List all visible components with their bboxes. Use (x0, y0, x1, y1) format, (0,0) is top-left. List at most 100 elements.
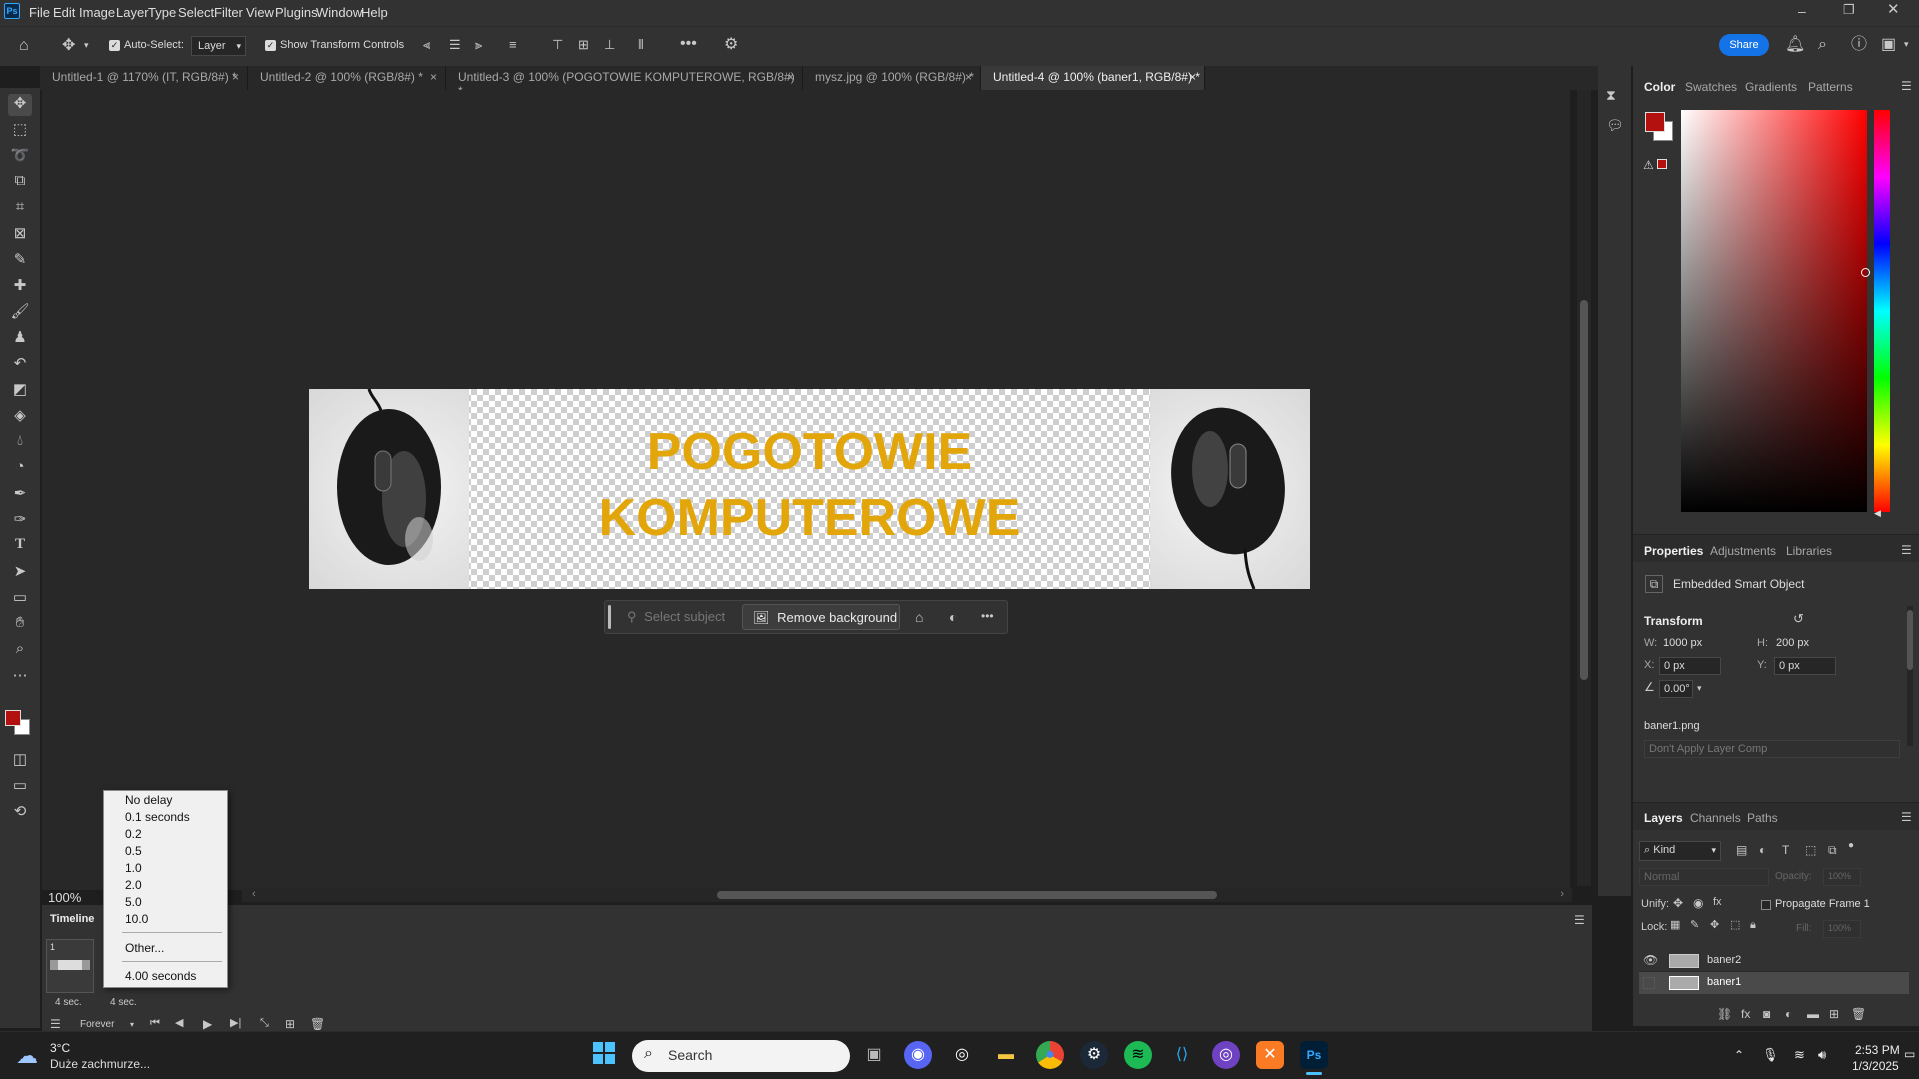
rectangle-tool-icon[interactable]: ▭ (8, 588, 32, 610)
lock-artboard-icon[interactable]: ⬚ (1730, 920, 1740, 931)
weather-icon[interactable]: ☁ (16, 1043, 38, 1069)
properties-scrollbar[interactable] (1907, 606, 1913, 746)
move-tool-icon[interactable]: ✥ (62, 38, 75, 54)
adjustment-layer-icon[interactable]: ◐ (1785, 1008, 1792, 1020)
color-field[interactable] (1681, 110, 1870, 512)
mask-icon[interactable]: ⌂ (915, 610, 923, 624)
more-options-icon[interactable]: ••• (981, 610, 994, 622)
drag-handle[interactable] (608, 605, 611, 629)
filter-pixel-icon[interactable]: ▤ (1736, 844, 1747, 856)
tab-color[interactable]: Color (1644, 80, 1675, 94)
opacity-field[interactable]: 100% (1823, 868, 1861, 886)
workspace-icon[interactable]: ▣ (1881, 37, 1896, 53)
chrome-icon[interactable]: ● (1036, 1041, 1064, 1069)
h-value[interactable]: 200 px (1776, 637, 1809, 649)
weather-desc[interactable]: Duże zachmurze... (50, 1057, 150, 1071)
home-icon[interactable]: ⌂ (19, 38, 29, 54)
more-options-icon[interactable]: ••• (680, 36, 697, 52)
xampp-icon[interactable]: ✕ (1256, 1041, 1284, 1069)
chevron-down-icon[interactable]: ▾ (1697, 684, 1702, 693)
horizontal-scrollbar[interactable]: ‹ › (242, 888, 1572, 902)
filter-toggle-icon[interactable]: ● (1848, 841, 1854, 851)
layer-comp-dropdown[interactable]: Don't Apply Layer Comp (1644, 740, 1900, 758)
close-icon[interactable]: × (965, 70, 972, 84)
clock-date[interactable]: 1/3/2025 (1852, 1059, 1899, 1073)
menu-filter[interactable]: Filter (214, 5, 243, 20)
menu-plugins[interactable]: Plugins (275, 5, 318, 20)
github-icon[interactable]: ◎ (948, 1041, 976, 1069)
spotify-icon[interactable]: ≋ (1124, 1041, 1152, 1069)
microphone-icon[interactable]: 🎙︎ (1762, 1048, 1779, 1061)
timeline-frame[interactable]: 1 (46, 939, 94, 993)
lock-transparent-icon[interactable]: ▦ (1670, 920, 1680, 931)
delay-option[interactable]: 5.0 (125, 895, 142, 909)
tab-libraries[interactable]: Libraries (1786, 544, 1832, 558)
tab-paths[interactable]: Paths (1747, 811, 1778, 825)
trash-icon[interactable]: 🗑︎ (310, 1018, 325, 1030)
tab-gradients[interactable]: Gradients (1745, 80, 1797, 94)
tab-untitled-4[interactable]: Untitled-4 @ 100% (baner1, RGB/8#) * × (981, 66, 1205, 90)
menu-edit[interactable]: Edit (53, 5, 75, 20)
delay-option[interactable]: 0.2 (125, 827, 142, 841)
blur-tool-icon[interactable]: 💧︎ (8, 432, 32, 454)
first-frame-icon[interactable]: ⏮ (150, 1018, 160, 1029)
auto-select-dropdown[interactable]: Layer ▾ (191, 36, 246, 56)
delay-option[interactable]: No delay (125, 793, 172, 807)
new-layer-icon[interactable]: ⊞ (1829, 1008, 1839, 1020)
trash-icon[interactable]: 🗑︎ (1851, 1008, 1866, 1020)
align-right-icon[interactable]: ⫸ (475, 38, 482, 51)
reset-icon[interactable]: ↺ (1793, 612, 1804, 625)
tab-untitled-3[interactable]: Untitled-3 @ 100% (POGOTOWIE KOMPUTEROWE… (446, 66, 803, 98)
quick-mask-icon[interactable]: ◫ (8, 750, 32, 772)
scroll-thumb[interactable] (1907, 610, 1913, 670)
foreground-color-swatch[interactable] (1645, 112, 1665, 132)
play-icon[interactable]: ▶ (203, 1018, 212, 1030)
vscode-icon[interactable]: ⟨⟩ (1168, 1041, 1196, 1069)
fill-field[interactable]: 100% (1823, 920, 1861, 938)
panel-menu-icon[interactable]: ☰ (1574, 914, 1585, 926)
tab-adjustments[interactable]: Adjustments (1710, 544, 1776, 558)
delay-option[interactable]: 2.0 (125, 878, 142, 892)
propagate-checkbox[interactable] (1761, 900, 1771, 910)
filter-smart-object-icon[interactable]: ⧉ (1828, 844, 1837, 856)
tab-untitled-2[interactable]: Untitled-2 @ 100% (RGB/8#) * × (248, 66, 446, 90)
next-frame-icon[interactable]: ▶| (230, 1018, 241, 1029)
gear-icon[interactable]: ⚙ (724, 37, 738, 53)
color-picker-marker[interactable] (1861, 268, 1870, 277)
paint-bucket-icon[interactable]: ◈ (8, 406, 32, 428)
hue-slider[interactable] (1874, 110, 1890, 512)
hand-tool-icon[interactable]: ✋︎ (8, 614, 32, 636)
volume-icon[interactable]: 🔊︎ (1818, 1048, 1826, 1061)
scroll-thumb[interactable] (717, 891, 1217, 899)
tab-mysz[interactable]: mysz.jpg @ 100% (RGB/8#) * × (803, 66, 981, 90)
filter-shape-icon[interactable]: ⬚ (1805, 844, 1816, 856)
close-icon[interactable]: × (430, 70, 437, 84)
share-button[interactable]: Share (1719, 34, 1769, 56)
pen-tool-icon[interactable]: ✑ (8, 510, 32, 532)
crop-tool-icon[interactable]: ⌗ (8, 198, 32, 220)
x-field[interactable]: 0 px (1659, 657, 1721, 675)
share-tool-icon[interactable]: ⟲ (8, 802, 32, 824)
zoom-tool-icon[interactable]: ⌕ (8, 640, 32, 662)
blend-mode-dropdown[interactable]: Normal (1639, 868, 1769, 886)
loop-dropdown[interactable]: Forever (80, 1019, 114, 1030)
align-center-icon[interactable]: ☰ (449, 38, 461, 51)
dodge-tool-icon[interactable]: ◔ (8, 458, 32, 480)
close-icon[interactable]: × (1189, 70, 1196, 84)
brush-tool-icon[interactable]: 🖌︎ (8, 302, 32, 324)
search-input[interactable]: ⌕ Search (632, 1040, 850, 1072)
close-icon[interactable]: × (232, 70, 239, 84)
filter-type-icon[interactable]: T (1782, 844, 1789, 856)
unify-position-icon[interactable]: ✥ (1673, 897, 1683, 909)
marquee-tool-icon[interactable]: ⬚ (8, 120, 32, 142)
close-icon[interactable]: × (787, 70, 794, 84)
delay-option[interactable]: 0.1 seconds (125, 810, 190, 824)
panel-menu-icon[interactable]: ☰ (1901, 811, 1912, 823)
vertical-scrollbar[interactable] (1577, 90, 1591, 886)
clock-time[interactable]: 2:53 PM (1855, 1043, 1900, 1057)
move-tool-icon[interactable]: ✥ (8, 94, 32, 116)
remove-background-button[interactable]: 🖼︎ Remove background (742, 604, 900, 630)
fx-icon[interactable]: fx (1741, 1008, 1750, 1020)
healing-brush-icon[interactable]: ✚ (8, 276, 32, 298)
frame-delay-dropdown[interactable]: 4 sec. (110, 997, 137, 1008)
